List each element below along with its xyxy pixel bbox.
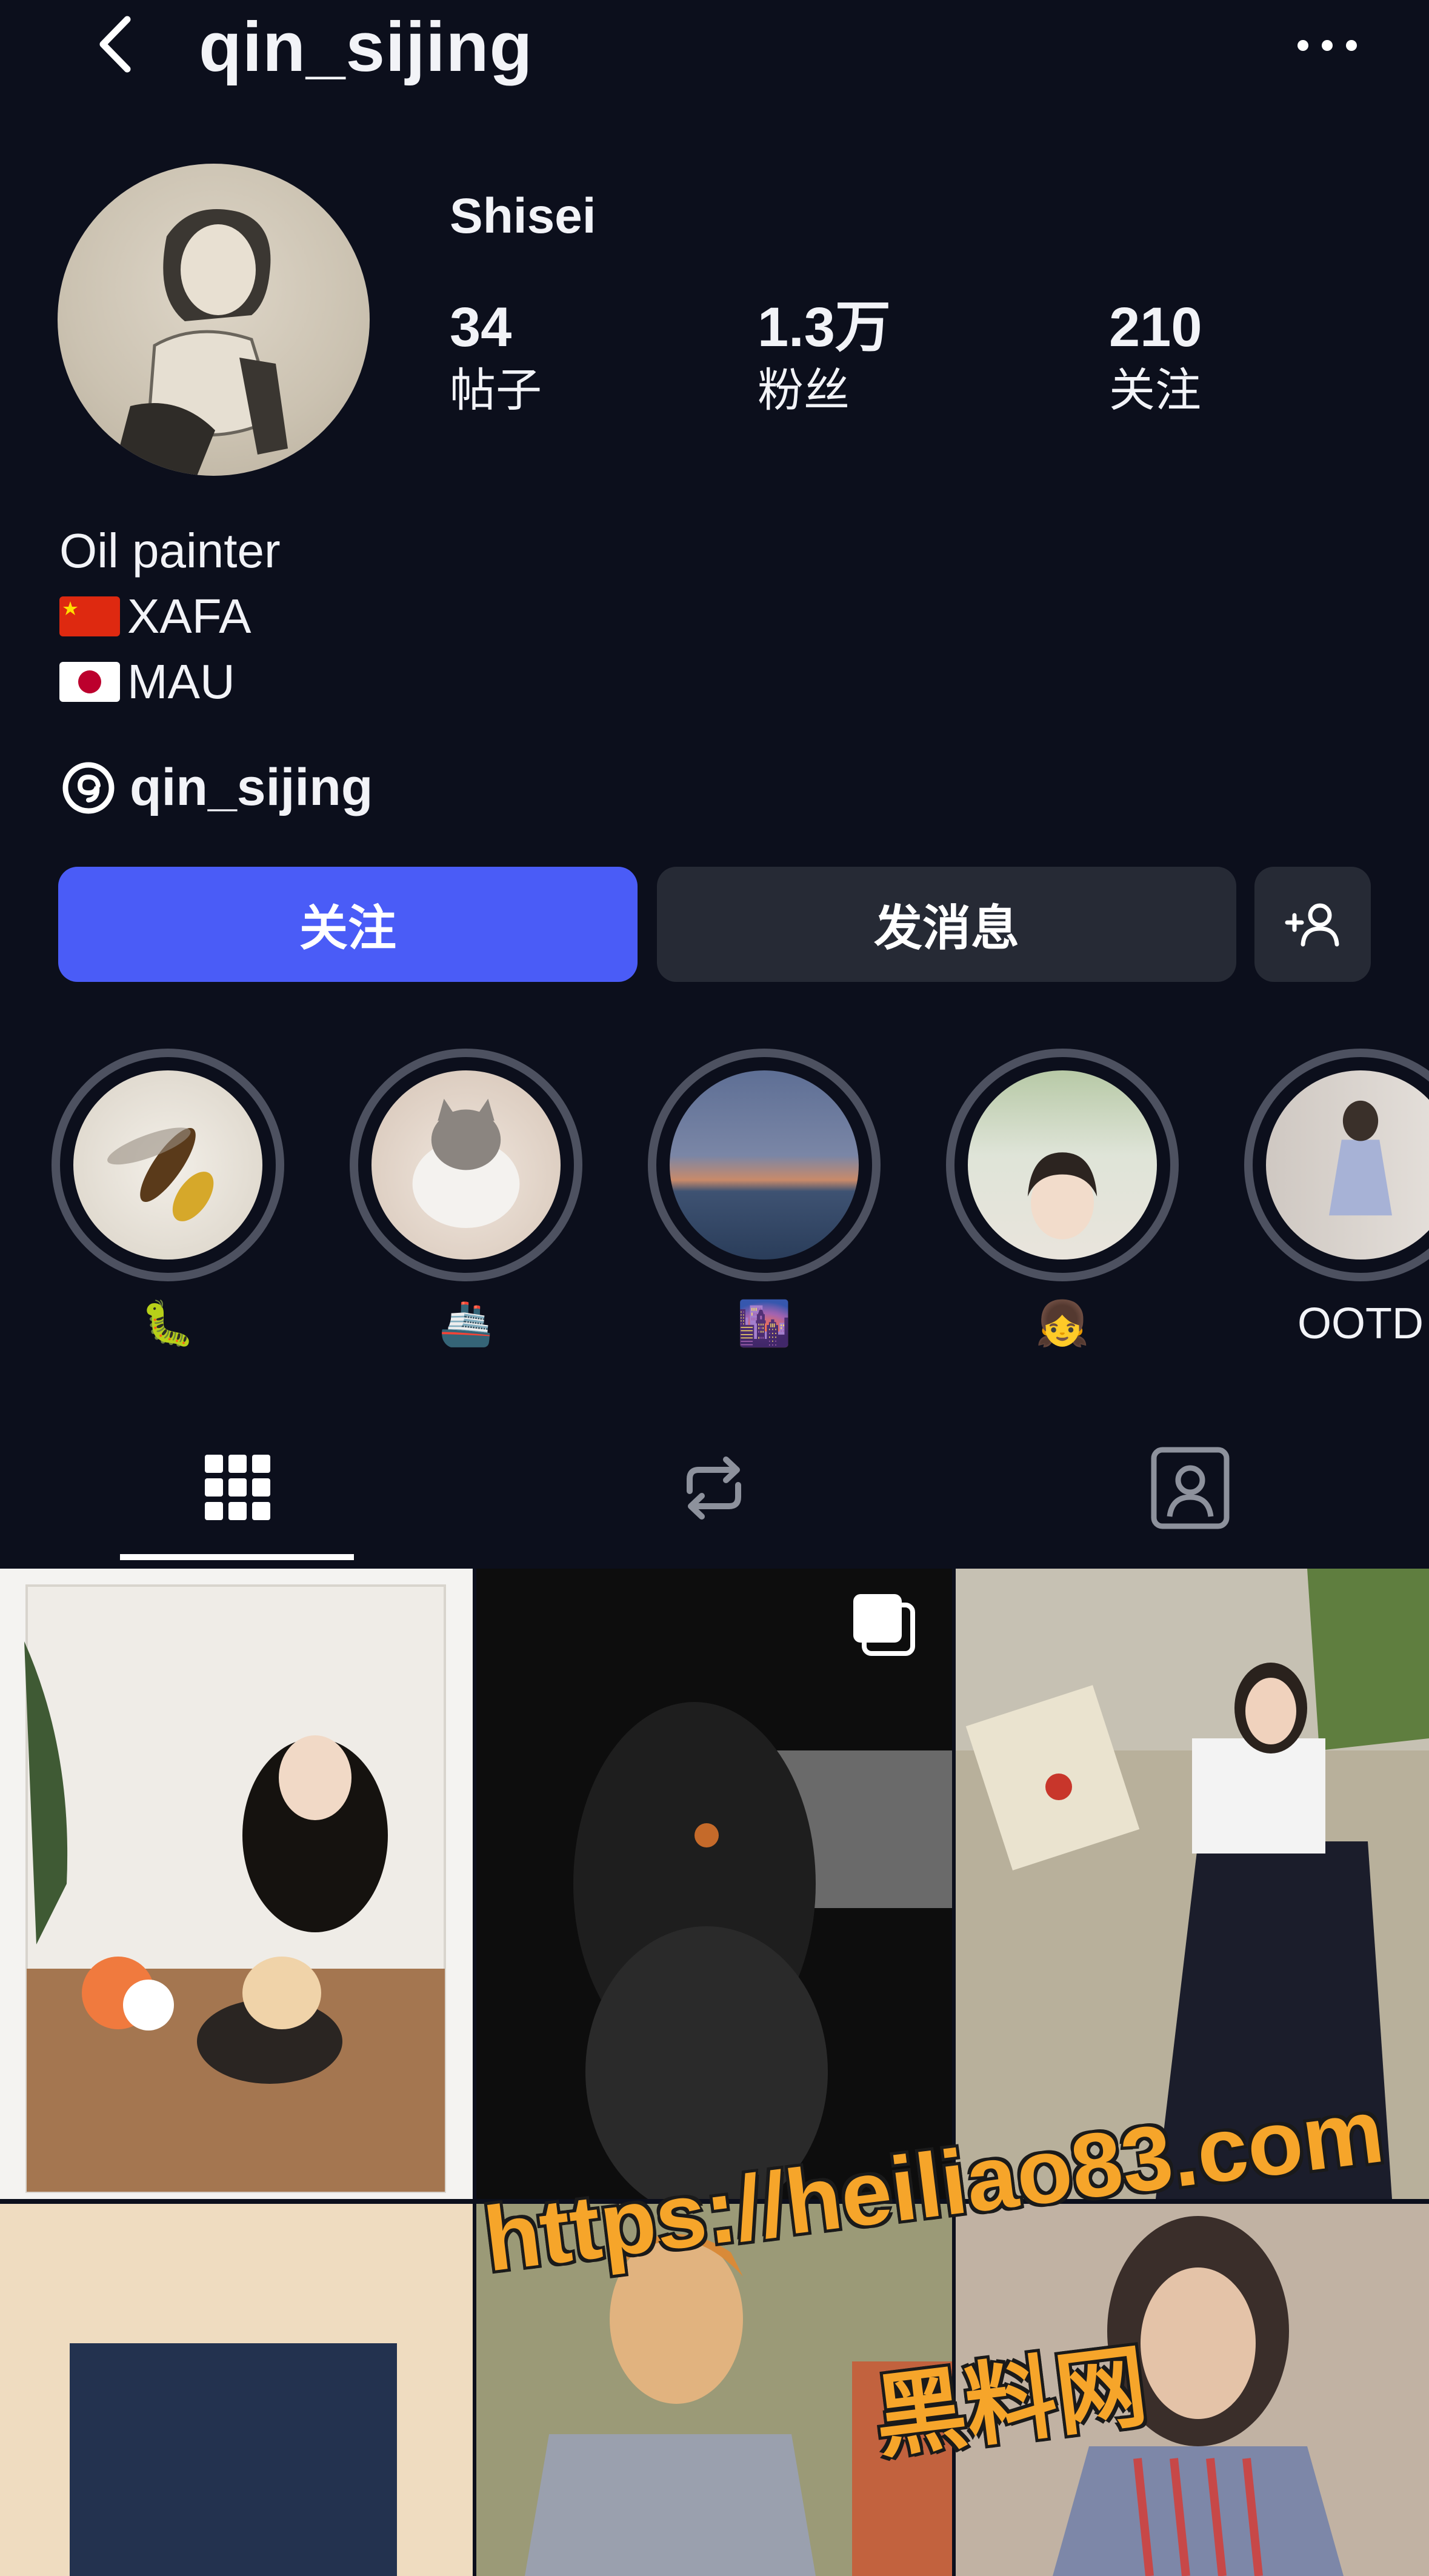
- highlight-thumbnail-wasp: [73, 1070, 262, 1260]
- grid-tab-icon[interactable]: [177, 1436, 298, 1540]
- threads-handle: qin_sijing: [130, 758, 373, 816]
- highlight-item[interactable]: 🚢: [350, 1049, 582, 1354]
- followers-label: 粉丝: [758, 365, 850, 416]
- suggest-users-button[interactable]: [1254, 867, 1371, 982]
- highlight-label: 👧: [1035, 1300, 1090, 1348]
- highlight-item[interactable]: 🐛: [52, 1049, 284, 1354]
- jp-flag-icon: [59, 662, 120, 702]
- threads-link[interactable]: qin_sijing: [59, 758, 373, 818]
- highlight-label: 🐛: [141, 1300, 195, 1348]
- posts-count[interactable]: 34 帖子: [450, 294, 542, 421]
- avatar-illustration: [112, 209, 288, 476]
- following-label: 关注: [1109, 365, 1201, 416]
- highlight-item[interactable]: 👧: [946, 1049, 1179, 1354]
- active-tab-indicator: [120, 1554, 354, 1560]
- followers-count[interactable]: 1.3万 粉丝: [758, 294, 891, 421]
- highlight-item[interactable]: OOTD: [1244, 1049, 1429, 1354]
- bio: Oil painter XAFA MAU: [59, 518, 281, 715]
- bio-line-school-jp: MAU: [127, 655, 235, 709]
- tagged-tab-icon[interactable]: [1130, 1436, 1251, 1540]
- post-tile-night-street[interactable]: [476, 1569, 952, 2199]
- highlight-label: OOTD: [1297, 1300, 1424, 1348]
- threads-icon: [62, 762, 115, 813]
- back-chevron-icon[interactable]: [85, 11, 152, 78]
- highlight-thumbnail-sea: [670, 1070, 859, 1260]
- following-value: 210: [1109, 296, 1202, 358]
- post-tile-birthday[interactable]: [0, 1569, 473, 2199]
- highlight-thumbnail-outfit: [1266, 1070, 1429, 1260]
- bio-line-role: Oil painter: [59, 524, 281, 578]
- highlight-thumbnail-cat: [371, 1070, 561, 1260]
- bio-line-school-cn: XAFA: [127, 589, 251, 643]
- avatar[interactable]: [58, 164, 370, 476]
- post-tile-painting-wall[interactable]: [0, 2204, 473, 2576]
- display-name: Shisei: [450, 189, 596, 244]
- more-options-icon[interactable]: [1291, 24, 1364, 67]
- highlight-item[interactable]: 🌆: [648, 1049, 881, 1354]
- reposts-tab-icon[interactable]: [653, 1436, 774, 1540]
- highlight-thumbnail-selfie: [968, 1070, 1157, 1260]
- add-user-icon: [1285, 903, 1339, 947]
- posts-value: 34: [450, 296, 512, 358]
- highlight-ring: [946, 1049, 1179, 1281]
- highlight-ring: [52, 1049, 284, 1281]
- following-count[interactable]: 210 关注: [1109, 294, 1202, 421]
- highlight-ring: [648, 1049, 881, 1281]
- follow-button[interactable]: 关注: [58, 867, 638, 982]
- cn-flag-icon: [59, 596, 120, 636]
- profile-username: qin_sijing: [199, 7, 533, 86]
- posts-label: 帖子: [450, 365, 542, 416]
- highlight-label: 🚢: [439, 1300, 493, 1348]
- highlight-ring: [350, 1049, 582, 1281]
- message-button[interactable]: 发消息: [657, 867, 1236, 982]
- followers-value: 1.3万: [758, 296, 891, 358]
- highlight-label: 🌆: [737, 1300, 791, 1348]
- highlight-ring: [1244, 1049, 1429, 1281]
